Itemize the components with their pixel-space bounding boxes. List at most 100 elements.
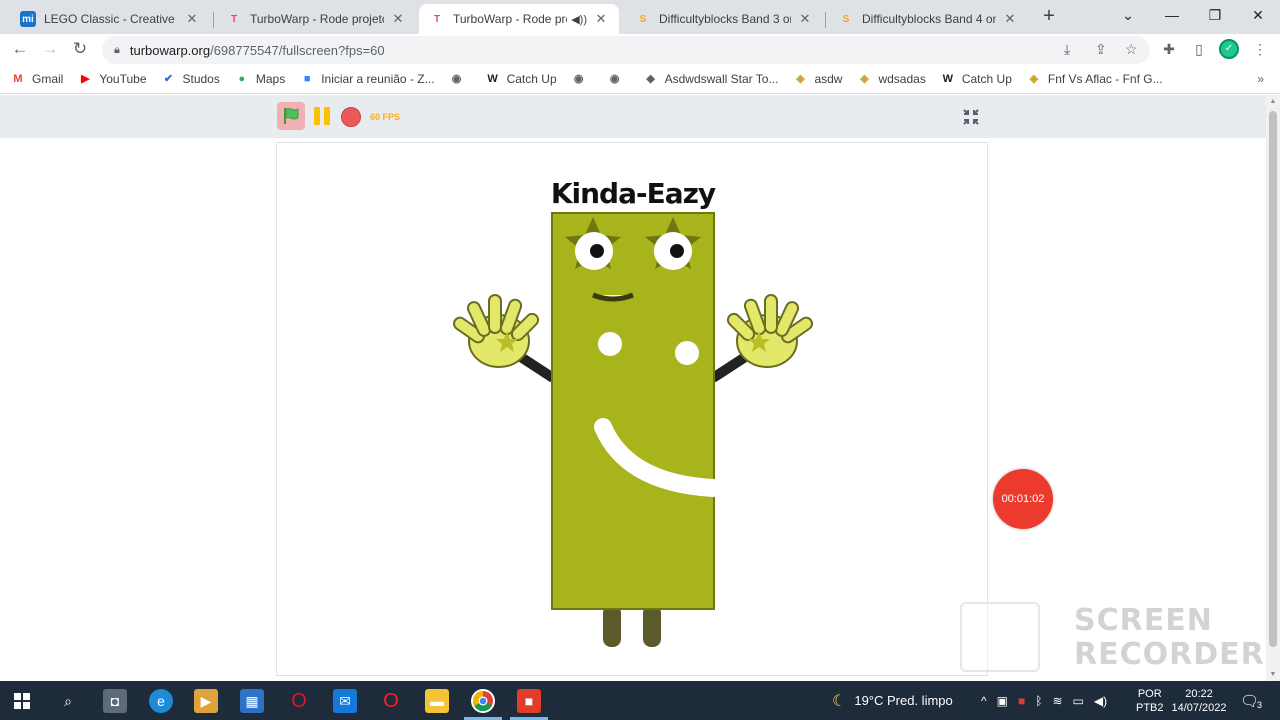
- menu-kebab-icon[interactable]: ⋮: [1251, 40, 1269, 58]
- close-icon[interactable]: ✕: [593, 11, 609, 27]
- bluetooth-icon[interactable]: ᛒ: [1035, 694, 1042, 708]
- close-icon[interactable]: ✕: [390, 11, 406, 27]
- scroll-down-arrow-icon[interactable]: ▼: [1269, 671, 1277, 678]
- bookmark-asdwdswall[interactable]: ◆ Asdwdswall Star To...: [643, 71, 778, 87]
- recorder-tray-icon[interactable]: ■: [1018, 694, 1025, 708]
- bookmark-label: Maps: [255, 71, 286, 86]
- search-icon[interactable]: ⌕: [56, 689, 80, 713]
- back-button[interactable]: ←: [8, 37, 32, 61]
- audio-playing-icon[interactable]: ◀)): [571, 13, 587, 26]
- bookmarks-overflow-icon[interactable]: »: [1257, 72, 1264, 86]
- bookmark-zoom[interactable]: ■ Iniciar a reunião - Z...: [299, 71, 435, 87]
- file-explorer-icon[interactable]: ▬: [425, 689, 449, 713]
- green-flag-button[interactable]: [277, 102, 305, 130]
- bookmark-wdsadas[interactable]: ◈ wdsadas: [856, 71, 926, 87]
- screen-recorder-app-icon[interactable]: ■: [517, 689, 541, 713]
- minimize-button[interactable]: —: [1150, 0, 1194, 30]
- scratch-favicon-icon: S: [842, 13, 850, 25]
- new-tab-button[interactable]: +: [1038, 5, 1060, 27]
- opera-icon[interactable]: O: [379, 689, 403, 713]
- extensions-puzzle-icon[interactable]: ✚: [1160, 40, 1178, 58]
- clock-date: 14/07/2022: [1171, 701, 1227, 714]
- restore-button[interactable]: ❐: [1193, 0, 1237, 30]
- notification-center-icon[interactable]: 🗨︎ 3: [1240, 681, 1262, 720]
- scroll-thumb[interactable]: [1269, 111, 1277, 647]
- turbowarp-favicon-icon: T: [230, 13, 238, 25]
- bookmark-catch-up-2[interactable]: W Catch Up: [940, 71, 1012, 87]
- scratch-favicon-icon: S: [639, 13, 647, 25]
- pizza-icon: ◈: [1029, 73, 1039, 85]
- language-indicator[interactable]: POR PTB2: [1136, 681, 1164, 720]
- volume-icon[interactable]: ◀): [1094, 694, 1107, 708]
- weather-widget[interactable]: ☾ 19°C Pred. limpo: [832, 681, 953, 720]
- share-icon[interactable]: ⇪: [1095, 41, 1107, 58]
- page-scrollbar[interactable]: ▲ ▼: [1266, 95, 1280, 681]
- clock[interactable]: 20:22 14/07/2022: [1170, 681, 1228, 720]
- windows-start-icon[interactable]: [10, 689, 34, 713]
- system-tray: ^ ▣ ■ ᛒ ≋ ▭ ◀): [976, 681, 1112, 720]
- close-icon[interactable]: ✕: [184, 11, 200, 27]
- chrome-icon[interactable]: [471, 689, 495, 713]
- weather-moon-icon: ☾: [832, 692, 847, 710]
- bookmark-label: Fnf Vs Aflac - Fnf G...: [1047, 71, 1163, 86]
- bookmark-maps[interactable]: ● Maps: [234, 71, 286, 87]
- reload-button[interactable]: ↻: [68, 37, 92, 61]
- bookmark-globe-3[interactable]: ◉: [607, 71, 629, 87]
- tab-lego-classic[interactable]: mi LEGO Classic - Creative Build ✕: [10, 4, 210, 34]
- tab-difficultyblocks-3[interactable]: S Difficultyblocks Band 3 on Sc ✕: [625, 4, 823, 34]
- tab-title: Difficultyblocks Band 3 on Sc: [659, 12, 791, 26]
- close-window-button[interactable]: ✕: [1236, 0, 1280, 30]
- language-code: POR: [1137, 687, 1162, 700]
- bookmark-studos[interactable]: ✔ Studos: [161, 71, 220, 87]
- forward-button[interactable]: →: [38, 37, 62, 61]
- page-icon: ◆: [646, 73, 655, 85]
- close-icon[interactable]: ✕: [797, 11, 813, 27]
- recording-timer[interactable]: 00:01:02: [993, 469, 1053, 529]
- address-bar[interactable]: 🔒︎ turbowarp.org/698775547/fullscreen?fp…: [102, 36, 1150, 64]
- tab-divider: [825, 12, 826, 28]
- weather-text: 19°C Pred. limpo: [854, 693, 953, 708]
- store-icon[interactable]: ▦: [240, 689, 264, 713]
- opera-gx-icon[interactable]: O: [287, 689, 311, 713]
- notification-count: 3: [1257, 699, 1263, 710]
- lock-icon[interactable]: 🔒︎: [114, 44, 120, 57]
- bookmark-gmail[interactable]: M Gmail: [10, 71, 63, 87]
- close-icon[interactable]: ✕: [1002, 11, 1018, 27]
- bookmark-label: Gmail: [32, 71, 64, 86]
- tab-difficultyblocks-4[interactable]: S Difficultyblocks Band 4 on Sc ✕: [828, 4, 1028, 34]
- bookmark-globe-1[interactable]: ◉: [449, 71, 471, 87]
- project-stage[interactable]: Kinda-Eazy: [276, 142, 988, 676]
- pause-button[interactable]: [311, 104, 333, 128]
- profile-avatar[interactable]: ✓: [1219, 39, 1239, 59]
- install-app-icon[interactable]: ⤓: [1064, 41, 1070, 58]
- chevron-up-icon[interactable]: ^: [981, 694, 987, 708]
- bookmark-asdw[interactable]: ◈ asdw: [792, 71, 842, 87]
- scroll-up-arrow-icon[interactable]: ▲: [1269, 98, 1277, 105]
- browser-toolbar: ← → ↻ 🔒︎ turbowarp.org/698775547/fullscr…: [0, 34, 1280, 64]
- pizza-icon: ◈: [796, 73, 805, 85]
- media-player-icon[interactable]: ▶: [194, 689, 218, 713]
- character-sprite: [452, 212, 814, 647]
- tab-search-button[interactable]: ⌄: [1106, 0, 1150, 30]
- bookmark-catch-up-1[interactable]: W Catch Up: [485, 71, 556, 87]
- studos-icon: ✔: [163, 73, 174, 85]
- edge-icon[interactable]: e: [149, 689, 173, 713]
- bookmark-star-icon[interactable]: ☆: [1125, 41, 1138, 58]
- mail-icon[interactable]: ✉: [333, 689, 357, 713]
- bookmark-fnf[interactable]: ◈ Fnf Vs Aflac - Fnf G...: [1026, 71, 1163, 87]
- watermark-line: RECORDER: [1074, 637, 1265, 672]
- bookmark-youtube[interactable]: ▶ YouTube: [77, 71, 146, 87]
- exit-fullscreen-button[interactable]: [958, 104, 984, 130]
- tab-turbowarp-1[interactable]: T TurboWarp - Rode projetos d ✕: [216, 4, 416, 34]
- tab-turbowarp-active[interactable]: T TurboWarp - Rode proje ◀)) ✕: [419, 4, 619, 34]
- bookmark-label: asdw: [814, 71, 843, 86]
- battery-icon[interactable]: ▭: [1073, 694, 1084, 708]
- bookmark-globe-2[interactable]: ◉: [571, 71, 593, 87]
- wifi-icon[interactable]: ≋: [1052, 694, 1062, 708]
- side-panel-icon[interactable]: ▯: [1190, 40, 1208, 58]
- camera-app-icon[interactable]: ◘: [103, 689, 127, 713]
- stop-button[interactable]: [341, 107, 361, 127]
- gmail-icon: M: [13, 72, 23, 85]
- watermark-line: SCREEN: [1074, 603, 1213, 638]
- tray-app-icon[interactable]: ▣: [997, 694, 1008, 708]
